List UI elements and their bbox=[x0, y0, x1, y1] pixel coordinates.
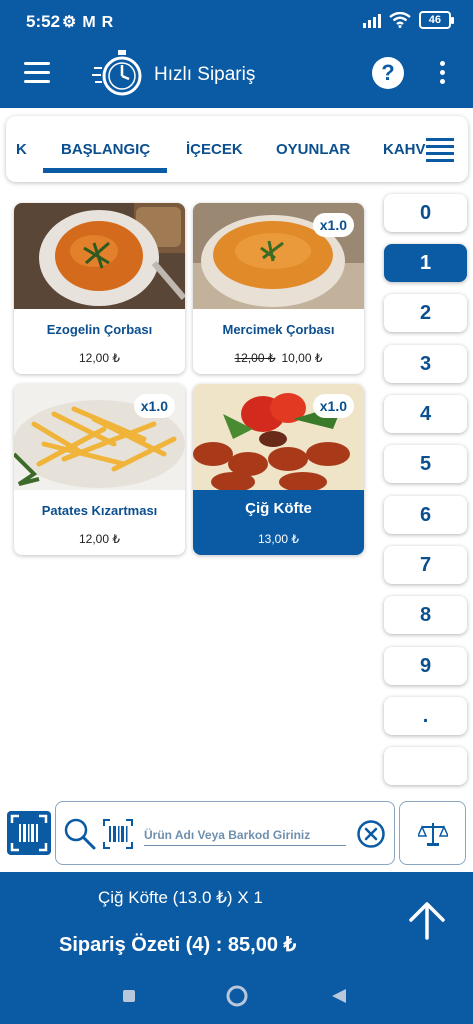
barcode-scan-button[interactable] bbox=[7, 811, 51, 855]
more-options-button[interactable] bbox=[440, 61, 446, 87]
numpad-key-5[interactable]: 5 bbox=[384, 445, 467, 483]
product-card-cig-kofte[interactable]: x1.0 Çiğ Köfte 13,00 ₺ bbox=[193, 384, 364, 555]
status-bar: 5:52 ⚙MR 46 bbox=[0, 0, 473, 44]
product-name: Ezogelin Çorbası bbox=[46, 322, 153, 337]
product-price: 12,00 ₺ bbox=[14, 532, 185, 546]
price-value: 10,00 ₺ bbox=[281, 351, 323, 365]
wifi-icon bbox=[389, 12, 411, 28]
active-tab-indicator bbox=[43, 168, 167, 173]
app-title: Hızlı Sipariş bbox=[154, 64, 256, 85]
product-name: Mercimek Çorbası bbox=[222, 322, 335, 337]
category-tab-bar: K BAŞLANGIÇ İÇECEK OYUNLAR KAHV bbox=[6, 116, 468, 182]
tab-kahve[interactable]: KAHV bbox=[383, 141, 426, 158]
numpad-key-1[interactable]: 1 bbox=[384, 244, 467, 282]
numpad-key-decimal[interactable]: . bbox=[384, 697, 467, 735]
product-price: 12,00 ₺ bbox=[14, 351, 185, 365]
search-icon[interactable] bbox=[62, 816, 98, 852]
tab-oyunlar[interactable]: OYUNLAR bbox=[276, 141, 350, 158]
gmail-icon: M bbox=[82, 14, 102, 31]
scale-button[interactable] bbox=[399, 801, 466, 865]
quantity-badge: x1.0 bbox=[312, 213, 354, 237]
barcode-scan-icon bbox=[10, 814, 48, 852]
numpad-key-6[interactable]: 6 bbox=[384, 496, 467, 534]
stopwatch-logo-icon bbox=[92, 50, 142, 96]
old-price: 12,00 ₺ bbox=[234, 351, 276, 365]
product-name: Çiğ Köfte bbox=[245, 500, 312, 517]
status-right: 46 bbox=[362, 11, 455, 29]
numpad-key-8[interactable]: 8 bbox=[384, 596, 467, 634]
arrow-up-icon[interactable] bbox=[407, 900, 447, 940]
tab-baslangic[interactable]: BAŞLANGIÇ bbox=[61, 141, 150, 158]
system-nav-bar bbox=[0, 980, 473, 1024]
app-bar: Hızlı Sipariş ? bbox=[0, 44, 473, 108]
clear-search-icon[interactable] bbox=[356, 819, 386, 849]
quantity-badge: x1.0 bbox=[312, 394, 354, 418]
product-card-patates[interactable]: x1.0 Patates Kızartması 12,00 ₺ bbox=[14, 384, 185, 555]
tab-icecek[interactable]: İÇECEK bbox=[186, 141, 243, 158]
product-search-box: Ürün Adı Veya Barkod Giriniz bbox=[55, 801, 395, 865]
category-list-menu-button[interactable] bbox=[426, 138, 454, 162]
quantity-badge: x1.0 bbox=[133, 394, 175, 418]
signal-icon bbox=[362, 12, 381, 28]
price-value: 12,00 ₺ bbox=[79, 532, 120, 546]
price-value: 12,00 ₺ bbox=[79, 351, 120, 365]
order-footer: Çiğ Köfte (13.0 ₺) X 1 Sipariş Özeti (4)… bbox=[0, 872, 473, 1024]
recents-icon[interactable] bbox=[121, 988, 137, 1004]
settings-icon: ⚙ bbox=[62, 14, 83, 31]
numpad-key-0[interactable]: 0 bbox=[384, 194, 467, 232]
numpad-key-7[interactable]: 7 bbox=[384, 546, 467, 584]
status-notification-icons: ⚙MR bbox=[62, 12, 119, 32]
product-name: Patates Kızartması bbox=[41, 503, 158, 518]
search-input[interactable]: Ürün Adı Veya Barkod Giriniz bbox=[144, 828, 346, 846]
price-value: 13,00 ₺ bbox=[258, 532, 299, 546]
barcode-icon[interactable] bbox=[102, 818, 134, 850]
battery-indicator: 46 bbox=[418, 11, 455, 29]
numpad-key-9[interactable]: 9 bbox=[384, 647, 467, 685]
product-price: 13,00 ₺ bbox=[193, 532, 364, 546]
product-card-ezogelin[interactable]: Ezogelin Çorbası 12,00 ₺ bbox=[14, 203, 185, 374]
back-icon[interactable] bbox=[330, 987, 348, 1005]
order-summary[interactable]: Sipariş Özeti (4) : 85,00 ₺ bbox=[59, 932, 296, 957]
numpad-key-empty[interactable] bbox=[384, 747, 467, 785]
numpad-key-2[interactable]: 2 bbox=[384, 294, 467, 332]
help-button[interactable]: ? bbox=[372, 57, 404, 89]
status-time: 5:52 bbox=[26, 12, 61, 31]
product-card-mercimek[interactable]: x1.0 Mercimek Çorbası 12,00 ₺ 10,00 ₺ bbox=[193, 203, 364, 374]
product-price: 12,00 ₺ 10,00 ₺ bbox=[193, 351, 364, 365]
soup-image bbox=[14, 203, 185, 309]
numpad-key-4[interactable]: 4 bbox=[384, 395, 467, 433]
tab-category-k[interactable]: K bbox=[16, 141, 27, 158]
last-added-item: Çiğ Köfte (13.0 ₺) X 1 bbox=[98, 888, 263, 907]
hamburger-menu-button[interactable] bbox=[24, 62, 50, 84]
r-app-icon: R bbox=[101, 14, 120, 31]
home-icon[interactable] bbox=[225, 984, 249, 1008]
numpad-key-3[interactable]: 3 bbox=[384, 345, 467, 383]
balance-scale-icon bbox=[418, 823, 448, 846]
